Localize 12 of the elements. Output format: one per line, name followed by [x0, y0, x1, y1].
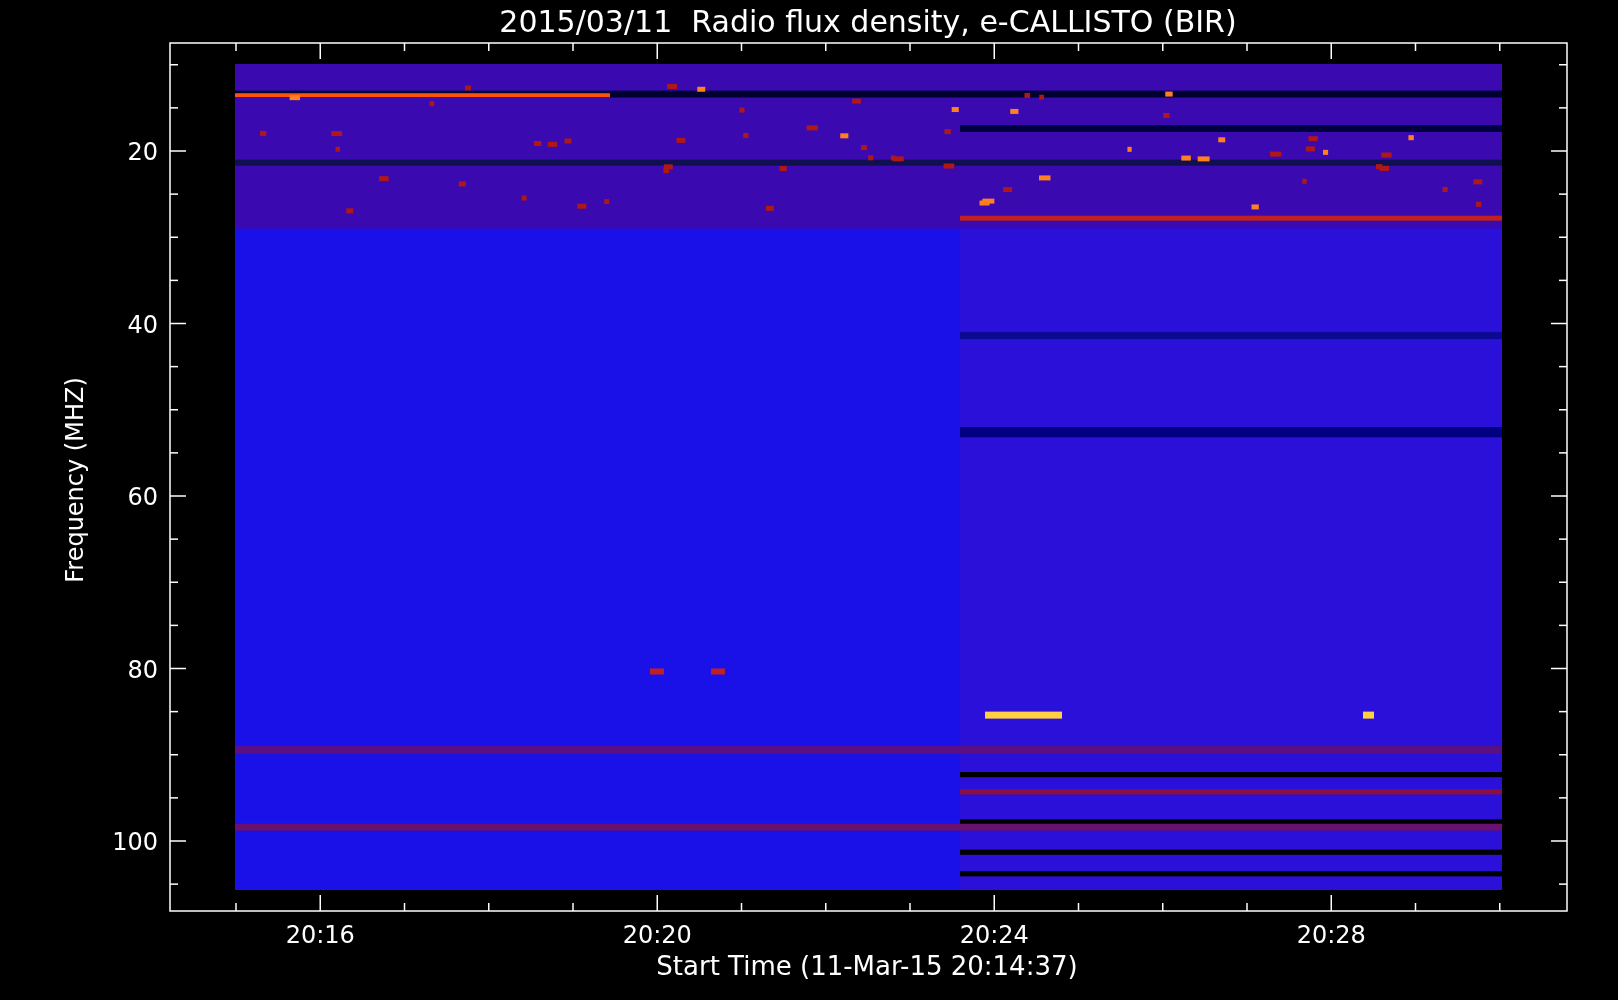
axis-label: Start Time (11-Mar-15 20:14:37)	[656, 951, 1078, 981]
chart-title: 2015/03/11 Radio flux density, e-CALLISTO (BIR)	[499, 4, 1237, 39]
axis-label: Frequency (MHZ)	[61, 377, 89, 583]
tick-label: 20:28	[1296, 921, 1366, 949]
tick-label: 40	[127, 310, 158, 339]
tick-label: 20:24	[959, 921, 1029, 949]
tick-label: 20	[127, 138, 158, 166]
tick-label: 80	[127, 655, 158, 684]
tick-label: 20:20	[622, 921, 692, 949]
tick-label: 100	[112, 828, 158, 856]
tick-label: 60	[127, 483, 158, 511]
tick-label: 20:16	[285, 921, 355, 949]
